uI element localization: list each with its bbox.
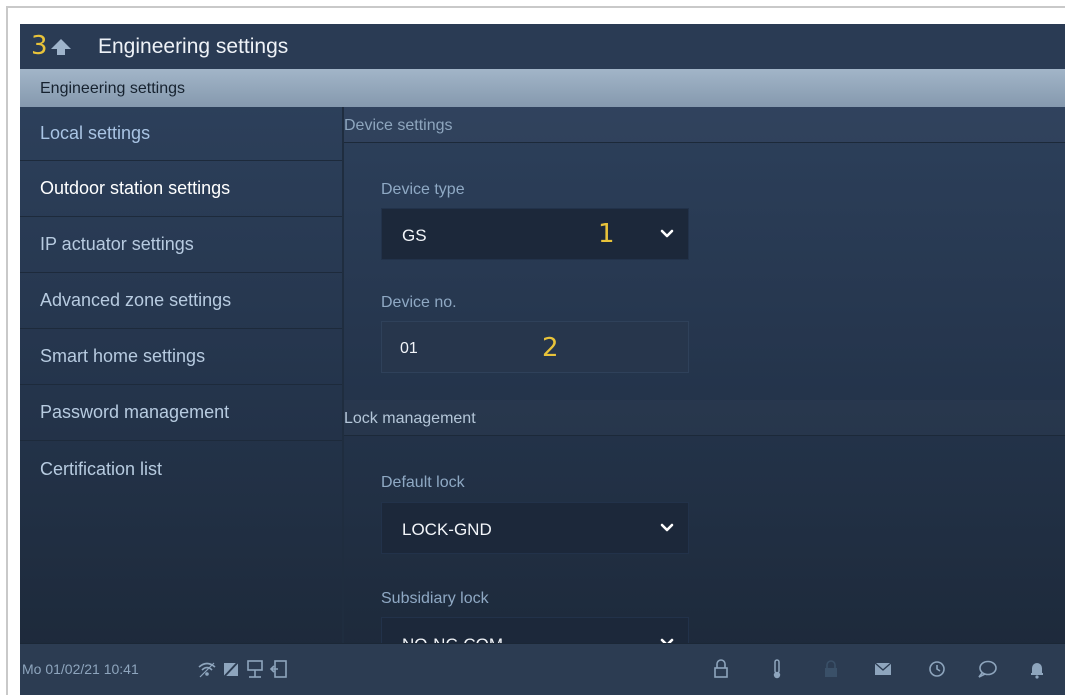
- callout-marker-1: 1: [598, 219, 615, 249]
- sidebar-item-label: IP actuator settings: [40, 234, 194, 254]
- thermometer-icon[interactable]: [766, 658, 788, 680]
- callout-marker-2: 2: [542, 333, 559, 363]
- sidebar-item-advanced-zone-settings[interactable]: Advanced zone settings: [20, 273, 342, 329]
- sidebar-item-label: Outdoor station settings: [40, 178, 231, 198]
- default-lock-dropdown[interactable]: LOCK-GND: [381, 502, 689, 554]
- page-title: Engineering settings: [98, 35, 289, 58]
- subsidiary-lock-dropdown[interactable]: NO-NC-COM: [381, 617, 689, 643]
- exit-icon: [268, 658, 290, 680]
- chevron-down-icon: [660, 227, 674, 241]
- sidebar-item-ip-actuator-settings[interactable]: IP actuator settings: [20, 217, 342, 273]
- device-type-label: Device type: [381, 181, 465, 198]
- lock-icon[interactable]: [710, 658, 732, 680]
- sidebar-item-label: Local settings: [40, 123, 151, 143]
- sidebar: Local settings Outdoor station settings …: [20, 107, 342, 643]
- date-time: Mo 01/02/21 10:41: [22, 661, 139, 677]
- device-settings-header: Device settings: [344, 107, 1065, 143]
- main-panel: Device settings Device type GS 1 Device …: [344, 107, 1065, 643]
- lock-management-header: Lock management: [344, 400, 1065, 436]
- lock-management-title: Lock management: [344, 410, 476, 427]
- mail-icon[interactable]: [872, 658, 894, 680]
- device-no-input[interactable]: 01 2: [381, 321, 689, 373]
- bell-icon[interactable]: [1026, 658, 1048, 680]
- sidebar-item-password-management[interactable]: Password management: [20, 385, 342, 441]
- network-icon: [244, 658, 266, 680]
- title-bar: 3 Engineering settings: [20, 24, 1065, 69]
- device-settings-title: Device settings: [344, 117, 453, 134]
- sidebar-item-label: Certification list: [40, 459, 163, 479]
- device-no-value: 01: [400, 340, 418, 357]
- subsidiary-lock-value: NO-NC-COM: [402, 635, 503, 643]
- default-lock-value: LOCK-GND: [402, 520, 492, 539]
- device-screen: 3 Engineering settings Engineering setti…: [20, 24, 1065, 695]
- no-disturb-icon: [220, 658, 242, 680]
- sidebar-item-label: Password management: [40, 402, 230, 422]
- chevron-down-icon: [660, 636, 674, 643]
- wifi-icon: [196, 658, 218, 680]
- lock-locked-icon[interactable]: [820, 658, 842, 680]
- sidebar-item-local-settings[interactable]: Local settings: [20, 107, 342, 161]
- sidebar-item-certification-list[interactable]: Certification list: [20, 441, 342, 497]
- section-header-band: Engineering settings: [20, 69, 1065, 107]
- sidebar-item-label: Smart home settings: [40, 346, 206, 366]
- sidebar-item-outdoor-station-settings[interactable]: Outdoor station settings: [20, 161, 342, 217]
- history-icon[interactable]: [926, 658, 948, 680]
- section-header-label: Engineering settings: [40, 80, 185, 97]
- device-type-dropdown[interactable]: GS 1: [381, 208, 689, 260]
- chat-icon[interactable]: [976, 658, 998, 680]
- chevron-down-icon: [660, 521, 674, 535]
- default-lock-label: Default lock: [381, 474, 465, 491]
- subsidiary-lock-label: Subsidiary lock: [381, 590, 489, 607]
- device-no-label: Device no.: [381, 294, 457, 311]
- sidebar-item-smart-home-settings[interactable]: Smart home settings: [20, 329, 342, 385]
- status-bar: Mo 01/02/21 10:41: [20, 643, 1065, 695]
- back-arrow-icon[interactable]: [50, 38, 72, 56]
- device-type-value: GS: [402, 226, 427, 245]
- callout-marker-3: 3: [31, 31, 48, 61]
- sidebar-item-label: Advanced zone settings: [40, 290, 232, 310]
